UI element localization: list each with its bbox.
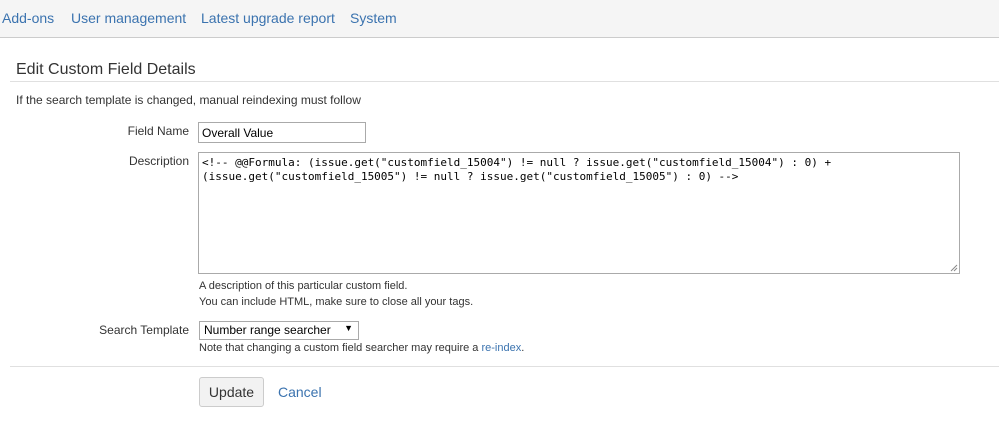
field-name-label: Field Name xyxy=(127,124,189,138)
search-template-selected-value: Number range searcher xyxy=(204,323,331,337)
nav-latest-upgrade-report[interactable]: Latest upgrade report xyxy=(201,10,335,26)
nav-user-management[interactable]: User management xyxy=(71,10,186,26)
update-button[interactable]: Update xyxy=(199,377,264,407)
re-index-link[interactable]: re-index xyxy=(481,342,521,354)
description-help-line-2: You can include HTML, make sure to close… xyxy=(199,296,474,308)
field-name-input[interactable] xyxy=(198,122,366,143)
reindex-instructions: If the search template is changed, manua… xyxy=(16,93,361,107)
search-template-label: Search Template xyxy=(99,323,189,337)
dropdown-arrow-icon: ▼ xyxy=(344,323,353,333)
buttons-divider xyxy=(10,366,999,367)
resize-grip-icon[interactable] xyxy=(950,264,958,272)
cancel-link[interactable]: Cancel xyxy=(278,384,322,400)
search-template-help-text: Note that changing a custom field search… xyxy=(199,342,482,354)
description-label: Description xyxy=(128,154,189,168)
top-navigation: Add-ons User management Latest upgrade r… xyxy=(0,0,999,38)
nav-system[interactable]: System xyxy=(350,10,397,26)
heading-divider xyxy=(10,81,999,82)
page-title: Edit Custom Field Details xyxy=(16,61,196,78)
search-template-help-suffix: . xyxy=(521,342,525,354)
description-help-line-1: A description of this particular custom … xyxy=(199,280,408,292)
description-textarea[interactable]: <!-- @@Formula: (issue.get("customfield_… xyxy=(198,152,960,274)
search-template-select[interactable]: Number range searcher ▼ xyxy=(199,321,359,340)
nav-add-ons[interactable]: Add-ons xyxy=(2,10,54,26)
search-template-help: Note that changing a custom field search… xyxy=(199,342,524,354)
